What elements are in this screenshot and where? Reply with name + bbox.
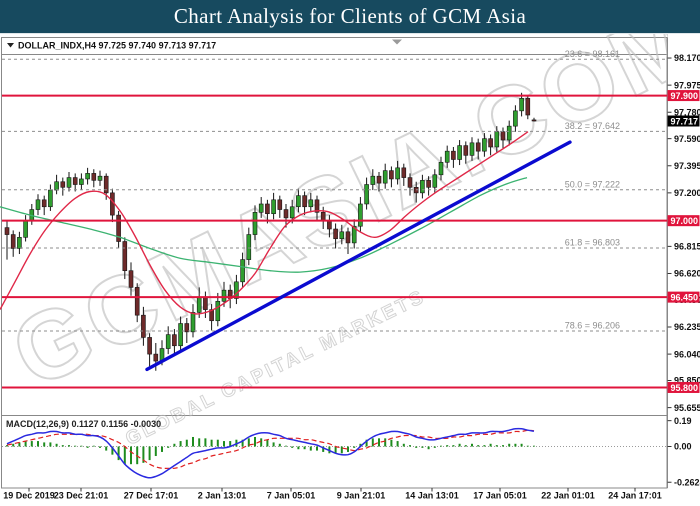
page-title: Chart Analysis for Clients of GCM Asia: [174, 4, 526, 29]
chart-window: GCMASIA.COMGLOBAL CAPITAL MARKETS23.6 = …: [0, 34, 700, 500]
macd-plot-area[interactable]: [2, 416, 667, 489]
app-window: Chart Analysis for Clients of GCM Asia G…: [0, 0, 700, 500]
price-axis-drag-zone[interactable]: [668, 34, 700, 488]
symbol-ohlc-text: DOLLAR_INDX,H4 97.725 97.740 97.713 97.7…: [18, 41, 216, 51]
chart-canvas[interactable]: GCMASIA.COMGLOBAL CAPITAL MARKETS23.6 = …: [0, 34, 700, 501]
title-bar: Chart Analysis for Clients of GCM Asia: [0, 0, 700, 34]
price-plot-area[interactable]: [2, 55, 667, 416]
time-axis-drag-zone[interactable]: [2, 488, 667, 501]
